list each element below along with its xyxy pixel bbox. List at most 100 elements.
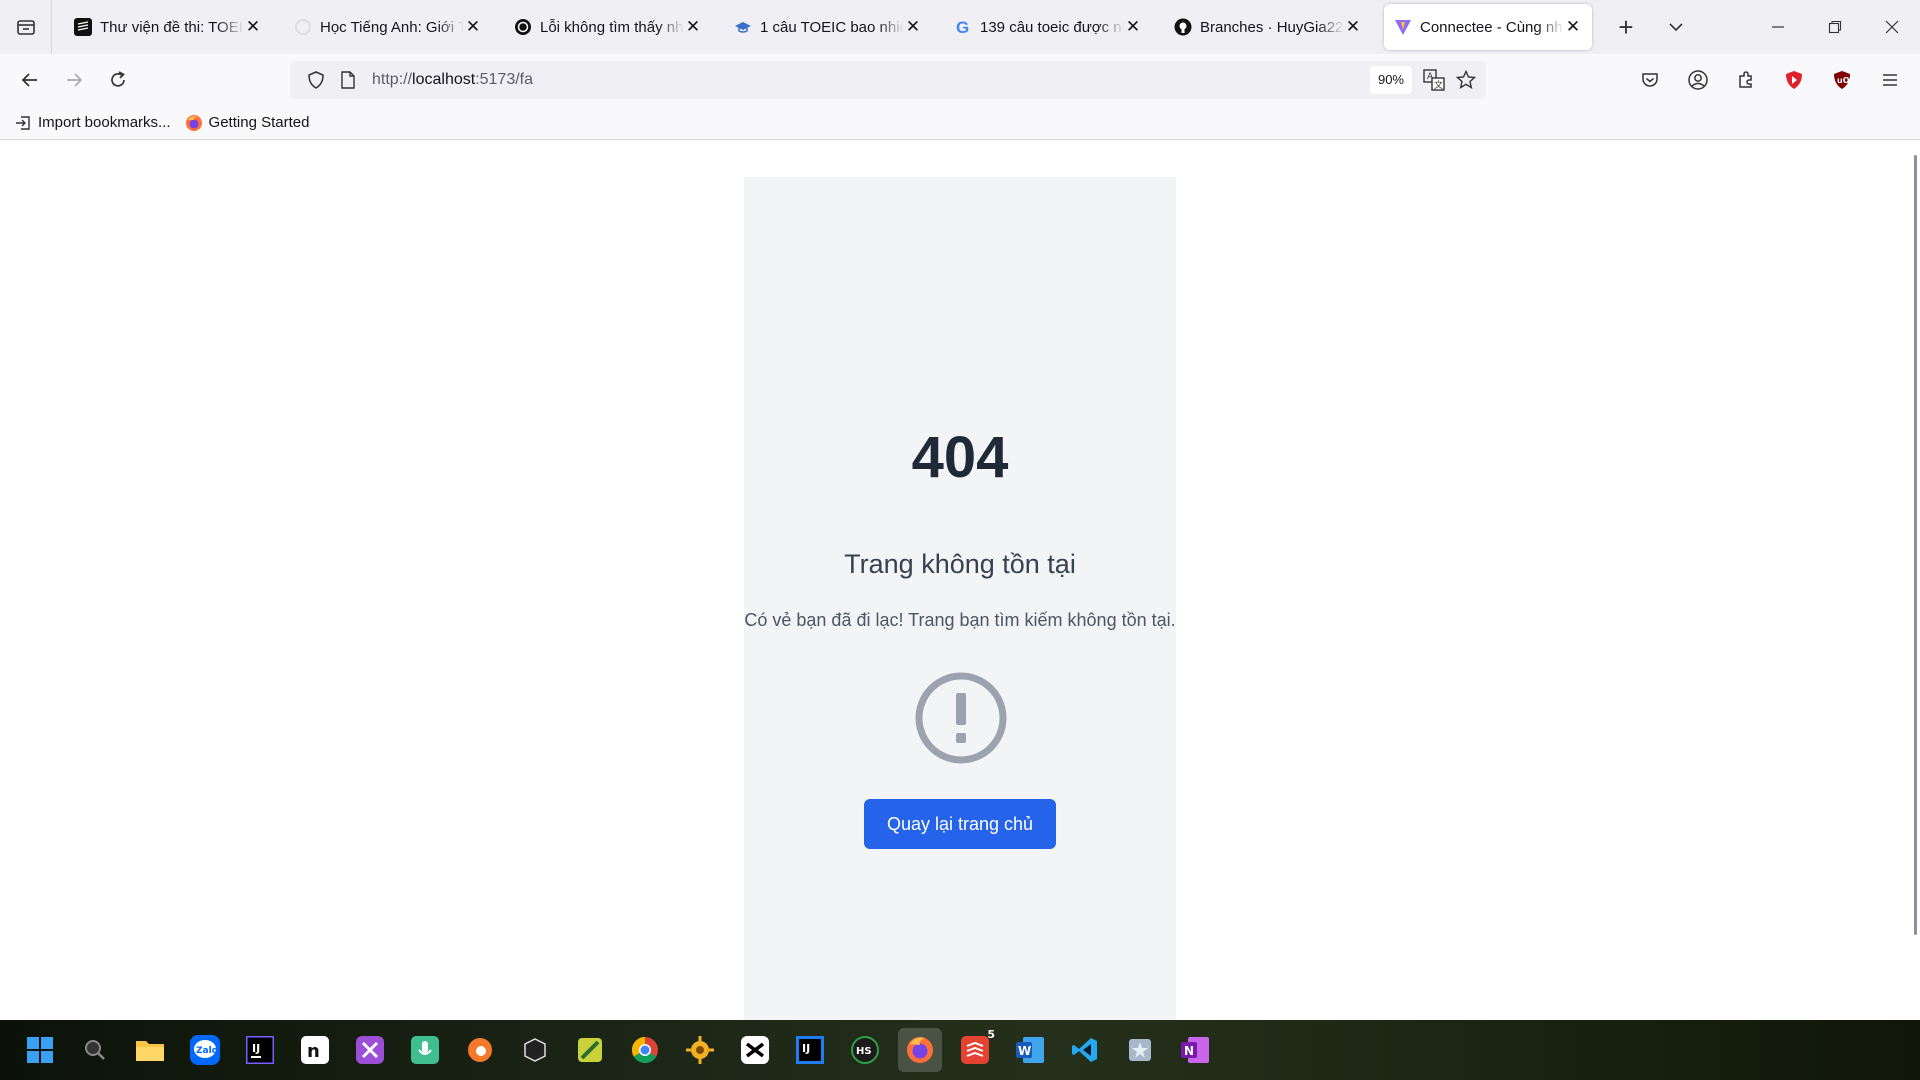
minimize-button[interactable]	[1749, 0, 1806, 54]
navigation-toolbar: http://localhost:5173/fa 90% A文 uO	[0, 54, 1920, 106]
bookmark-import[interactable]: Import bookmarks...	[14, 114, 171, 132]
svg-text:文: 文	[1434, 79, 1443, 91]
app-icon[interactable]	[1118, 1028, 1162, 1072]
zoom-indicator[interactable]: 90%	[1369, 66, 1412, 94]
bookmark-star-button[interactable]	[1450, 64, 1482, 96]
svg-text:IJ: IJ	[252, 1042, 260, 1055]
page-viewport: 404 Trang không tồn tại Có vẻ bạn đã đi …	[0, 141, 1920, 1020]
firefox-view-button[interactable]	[0, 0, 52, 54]
file-explorer-icon[interactable]	[128, 1028, 172, 1072]
chevron-down-icon	[1669, 23, 1683, 32]
url-text[interactable]: http://localhost:5173/fa	[372, 71, 1370, 89]
blender-icon[interactable]	[458, 1028, 502, 1072]
tab-toeic-library[interactable]: Thư viện đề thi: TOEIC ✕	[64, 4, 272, 50]
close-window-button[interactable]	[1863, 0, 1920, 54]
arrow-left-icon	[21, 73, 37, 87]
loading-icon	[294, 18, 312, 36]
app-icon[interactable]	[678, 1028, 722, 1072]
jetbrains-icon[interactable]: IJ	[238, 1028, 282, 1072]
scrollbar-thumb[interactable]	[1914, 155, 1917, 935]
site-info-button[interactable]	[332, 64, 364, 96]
address-bar[interactable]: http://localhost:5173/fa 90% A文	[290, 61, 1486, 99]
app-menu-button[interactable]	[1872, 62, 1908, 98]
close-icon[interactable]: ✕	[904, 18, 922, 36]
word-icon[interactable]: W	[1008, 1028, 1052, 1072]
account-icon	[1688, 70, 1708, 90]
scrollbar[interactable]	[1908, 141, 1920, 1020]
todoist-icon[interactable]: 5	[953, 1028, 997, 1072]
list-all-tabs-button[interactable]	[1656, 7, 1696, 47]
app-icon[interactable]	[568, 1028, 612, 1072]
jetbrains-icon[interactable]: IJ	[788, 1028, 832, 1072]
import-icon	[14, 114, 32, 132]
hs-icon[interactable]: HS	[843, 1028, 887, 1072]
google-icon: G	[954, 18, 972, 36]
error-description: Có vẻ bạn đã đi lạc! Trang bạn tìm kiếm …	[744, 610, 1176, 630]
translate-icon: A文	[1423, 69, 1445, 91]
extension-red-button[interactable]	[1776, 62, 1812, 98]
close-icon[interactable]: ✕	[1344, 18, 1362, 36]
restore-button[interactable]	[1806, 0, 1863, 54]
voice-recorder-icon[interactable]	[403, 1028, 447, 1072]
capcut-icon[interactable]	[733, 1028, 777, 1072]
forward-button[interactable]	[56, 62, 92, 98]
close-icon[interactable]: ✕	[1564, 18, 1582, 36]
shield-icon	[308, 71, 324, 89]
bookmark-getting-started[interactable]: Getting Started	[185, 114, 310, 132]
tracking-protection-button[interactable]	[300, 64, 332, 96]
close-icon[interactable]: ✕	[244, 18, 262, 36]
close-icon[interactable]: ✕	[1124, 18, 1142, 36]
tab-title: 1 câu TOEIC bao nhiêu	[760, 18, 904, 36]
svg-text:G: G	[956, 18, 969, 36]
taskbar: Zalo IJ n IJ HS 5 W N	[0, 1020, 1920, 1080]
translate-button[interactable]: A文	[1418, 64, 1450, 96]
shield-extension-icon	[1786, 71, 1802, 89]
search-icon[interactable]	[73, 1028, 117, 1072]
notification-badge: 5	[987, 1028, 995, 1041]
tab-title: Lỗi không tìm thấy nhà	[540, 18, 684, 36]
close-icon[interactable]: ✕	[684, 18, 702, 36]
tab-title: Connectee - Cùng nhau	[1420, 18, 1564, 36]
tab-loi-khong-tim-thay[interactable]: Lỗi không tìm thấy nhà ✕	[504, 4, 712, 50]
back-to-home-button[interactable]: Quay lại trang chủ	[864, 799, 1056, 849]
notion-icon[interactable]: n	[293, 1028, 337, 1072]
svg-text:uO: uO	[1837, 76, 1850, 85]
reload-button[interactable]	[100, 62, 136, 98]
close-icon[interactable]: ✕	[464, 18, 482, 36]
chrome-icon[interactable]	[623, 1028, 667, 1072]
tab-1-cau-toeic[interactable]: 1 câu TOEIC bao nhiêu ✕	[724, 4, 932, 50]
app-icon[interactable]	[348, 1028, 392, 1072]
onenote-icon[interactable]: N	[1173, 1028, 1217, 1072]
tab-hoc-tieng-anh[interactable]: Học Tiếng Anh: Giới Từ ✕	[284, 4, 492, 50]
github-icon	[1174, 18, 1192, 36]
bookmark-label: Getting Started	[208, 114, 310, 131]
graduation-cap-icon	[734, 18, 752, 36]
firefox-icon	[185, 114, 203, 132]
app-icon[interactable]	[513, 1028, 557, 1072]
new-tab-button[interactable]: +	[1606, 7, 1646, 47]
svg-text:IJ: IJ	[802, 1042, 810, 1055]
windows-start-icon[interactable]	[18, 1028, 62, 1072]
not-found-panel: 404 Trang không tồn tại Có vẻ bạn đã đi …	[744, 177, 1176, 1020]
restore-icon	[1828, 20, 1841, 34]
pocket-button[interactable]	[1632, 62, 1668, 98]
vite-icon	[1394, 18, 1412, 36]
vscode-icon[interactable]	[1063, 1028, 1107, 1072]
zalo-icon[interactable]: Zalo	[183, 1028, 227, 1072]
pocket-icon	[1642, 73, 1658, 87]
tab-title: Học Tiếng Anh: Giới Từ	[320, 18, 464, 36]
back-button[interactable]	[12, 62, 48, 98]
reload-icon	[111, 71, 125, 87]
firefox-icon[interactable]	[898, 1028, 942, 1072]
url-host: localhost	[412, 71, 476, 88]
tab-strip: Thư viện đề thi: TOEIC ✕ Học Tiếng Anh: …	[0, 0, 1920, 54]
tab-139-cau-toeic[interactable]: G 139 câu toeic được nhiêu ✕	[944, 4, 1152, 50]
window-controls	[1749, 0, 1920, 54]
account-button[interactable]	[1680, 62, 1716, 98]
ublock-button[interactable]: uO	[1824, 62, 1860, 98]
star-icon	[1456, 70, 1476, 89]
svg-text:n: n	[307, 1041, 320, 1062]
tab-connectee[interactable]: Connectee - Cùng nhau ✕	[1384, 4, 1592, 50]
tab-github-branches[interactable]: Branches · HuyGia2210 ✕	[1164, 4, 1372, 50]
extensions-button[interactable]	[1728, 62, 1764, 98]
